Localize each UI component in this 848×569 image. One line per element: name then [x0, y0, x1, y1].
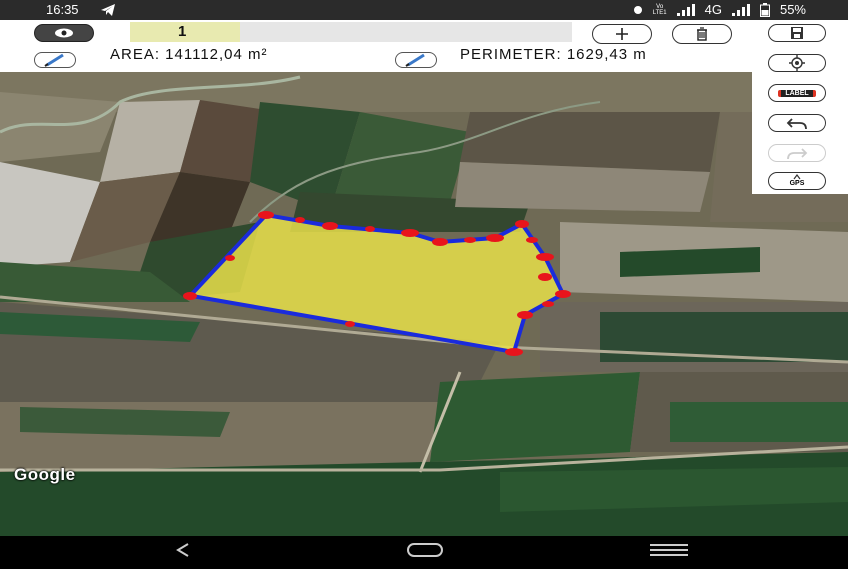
battery-level: 55% — [779, 2, 806, 17]
undo-icon — [786, 118, 807, 130]
back-icon — [176, 543, 189, 557]
save-button[interactable] — [768, 24, 826, 42]
gps-button[interactable]: GPS — [768, 172, 826, 190]
edit-area-button[interactable] — [34, 52, 76, 68]
redo-icon — [787, 148, 808, 160]
nav-icons — [176, 543, 688, 557]
eye-icon — [55, 28, 73, 38]
edit-perimeter-button[interactable] — [395, 52, 437, 68]
label-button[interactable]: LABEL — [768, 84, 826, 102]
perimeter-readout: PERIMETER: 1629,43 m — [460, 46, 647, 63]
area-readout: AREA: 141112,04 m² — [110, 46, 268, 63]
gps-label: GPS — [789, 180, 805, 187]
battery-icon — [759, 2, 770, 17]
android-nav-bar — [0, 536, 848, 564]
undo-button[interactable] — [768, 114, 826, 132]
plus-icon — [616, 28, 628, 40]
map-imagery — [0, 72, 848, 536]
redo-button[interactable] — [768, 144, 826, 162]
locate-icon — [789, 55, 805, 71]
alarm-icon — [633, 5, 642, 14]
save-icon — [791, 27, 803, 39]
count-bar — [240, 22, 572, 42]
trash-icon — [697, 27, 707, 41]
recents-icon — [650, 544, 688, 556]
add-point-button[interactable] — [592, 24, 652, 44]
pencil-icon — [44, 53, 64, 67]
google-attribution: Google — [14, 465, 76, 484]
satellite-map[interactable]: Google — [0, 72, 848, 536]
measure-toolbar: 1 AREA: 141112,04 m² PERIMETER: 1629,43 … — [0, 20, 752, 72]
home-icon — [407, 543, 443, 557]
label-icon: LABEL — [778, 89, 816, 97]
clock: 16:35 — [46, 2, 79, 17]
volte-indicator: Vo LTE1 — [652, 3, 667, 16]
visibility-button[interactable] — [34, 24, 94, 42]
delete-button[interactable] — [672, 24, 732, 44]
signal-icon — [676, 3, 695, 16]
status-bar: 16:35 Vo LTE1 4G 55% — [0, 0, 848, 20]
side-tool-panel: LABEL GPS — [752, 20, 848, 194]
telegram-icon — [101, 4, 115, 16]
pencil-icon — [405, 53, 425, 67]
signal-icon-2 — [731, 3, 750, 16]
point-count: 1 — [130, 22, 240, 42]
status-icons: Vo LTE1 4G 55% — [633, 2, 806, 17]
network-type: 4G — [704, 2, 722, 17]
locate-button[interactable] — [768, 54, 826, 72]
